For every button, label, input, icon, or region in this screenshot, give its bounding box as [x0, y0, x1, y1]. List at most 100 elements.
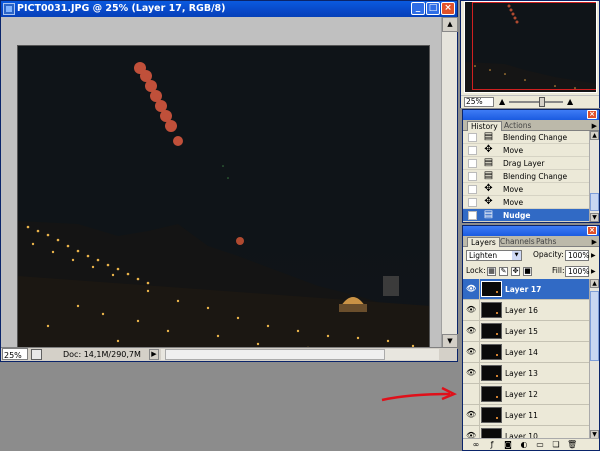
layers-scrollbar[interactable]: ▲ ▼ — [589, 279, 599, 439]
fill-field[interactable]: 100% — [565, 266, 589, 277]
move-icon: ✥ — [484, 144, 493, 155]
snapshot-checkbox[interactable] — [468, 211, 477, 220]
minimize-button[interactable]: _ — [411, 2, 425, 15]
photoshop-icon — [3, 3, 15, 15]
status-arrow-icon[interactable]: ▶ — [149, 349, 159, 360]
layer-thumbnail — [481, 407, 502, 423]
snapshot-checkbox[interactable] — [468, 133, 477, 142]
close-icon[interactable]: × — [587, 110, 597, 119]
scroll-thumb[interactable] — [590, 291, 599, 361]
nudge-icon: ▤ — [483, 209, 494, 220]
scroll-up-icon[interactable]: ▲ — [442, 17, 458, 32]
history-item[interactable]: ▤ Blending Change — [463, 170, 589, 183]
snapshot-checkbox[interactable] — [468, 159, 477, 168]
layer-row[interactable]: 👁 Layer 14 — [463, 342, 589, 363]
lock-position-icon[interactable]: ✥ — [511, 267, 520, 276]
history-panel-header[interactable]: × — [463, 110, 599, 120]
tab-actions[interactable]: Actions — [501, 121, 534, 131]
blend-row: Lighten ▼ Opacity: 100% ▶ — [463, 249, 599, 263]
move-icon: ✥ — [484, 196, 493, 207]
eye-hidden-slot[interactable] — [466, 390, 476, 397]
snapshot-checkbox[interactable] — [468, 198, 477, 207]
scroll-thumb[interactable] — [590, 193, 599, 211]
eye-icon[interactable]: 👁 — [466, 411, 476, 419]
eye-icon[interactable]: 👁 — [466, 327, 476, 335]
navigator-thumbnail[interactable] — [464, 1, 597, 93]
history-item-selected[interactable]: ▤ Nudge — [463, 209, 589, 222]
eye-icon[interactable]: 👁 — [466, 306, 476, 314]
zoom-field[interactable]: 25% — [2, 348, 28, 360]
canvas-area[interactable] — [1, 17, 441, 355]
layer-thumbnail — [481, 302, 502, 318]
history-item[interactable]: ✥ Move — [463, 144, 589, 157]
horizontal-scrollbar[interactable] — [161, 349, 439, 360]
navigator-zoom-field[interactable]: 25% — [464, 97, 494, 107]
history-item[interactable]: ✥ Move — [463, 196, 589, 209]
lock-all-icon[interactable]: ■ — [523, 267, 532, 276]
zoom-in-icon[interactable]: ▲ — [567, 98, 573, 106]
opacity-field[interactable]: 100% — [565, 250, 589, 261]
tab-history[interactable]: History — [467, 121, 502, 131]
layer-row[interactable]: 👁 Layer 13 — [463, 363, 589, 384]
lock-image-icon[interactable]: ✎ — [499, 267, 508, 276]
zoom-slider-knob[interactable] — [539, 97, 545, 107]
layer-icon: ▤ — [483, 157, 494, 168]
layer-style-icon[interactable]: ƒ — [487, 440, 497, 449]
tab-channels[interactable]: Channels — [497, 237, 538, 247]
document-title: PICT0031.JPG @ 25% (Layer 17, RGB/8) — [17, 3, 226, 14]
new-group-icon[interactable]: ▭ — [535, 440, 545, 449]
zoom-out-icon[interactable]: ▲ — [499, 98, 505, 106]
scroll-up-icon[interactable]: ▲ — [590, 131, 599, 140]
trash-icon[interactable]: 🗑 — [567, 440, 577, 449]
eye-icon[interactable]: 👁 — [466, 348, 476, 356]
layer-thumbnail — [481, 365, 502, 381]
document-titlebar[interactable]: PICT0031.JPG @ 25% (Layer 17, RGB/8) _ □… — [1, 1, 457, 17]
tab-layers[interactable]: Layers — [467, 237, 500, 247]
eye-icon[interactable]: 👁 — [466, 285, 476, 293]
view-box[interactable] — [472, 2, 596, 90]
scroll-down-icon[interactable]: ▼ — [590, 213, 599, 222]
zoom-slider[interactable] — [509, 97, 563, 107]
history-item[interactable]: ▤ Drag Layer — [463, 157, 589, 170]
scroll-thumb[interactable] — [165, 349, 385, 360]
lock-transparency-icon[interactable]: ▦ — [487, 267, 496, 276]
fill-arrow-icon[interactable]: ▶ — [591, 268, 596, 275]
new-layer-icon[interactable]: ❏ — [551, 440, 561, 449]
history-item[interactable]: ▤ Blending Change — [463, 131, 589, 144]
maximize-button[interactable]: □ — [426, 2, 440, 15]
lock-label: Lock: — [466, 266, 486, 275]
layers-panel-header[interactable]: × — [463, 226, 599, 236]
layer-thumbnail — [481, 323, 502, 339]
panel-menu-icon[interactable]: ▶ — [592, 238, 597, 246]
tab-paths[interactable]: Paths — [533, 237, 559, 247]
blend-mode-select[interactable]: Lighten ▼ — [466, 250, 522, 261]
layer-row[interactable]: Layer 12 — [463, 384, 589, 405]
blending-icon: ▤ — [483, 131, 494, 142]
close-button[interactable]: × — [441, 2, 455, 15]
history-scrollbar[interactable]: ▲ ▼ — [589, 131, 599, 222]
chevron-down-icon: ▼ — [512, 251, 521, 260]
layer-thumbnail — [481, 344, 502, 360]
snapshot-checkbox[interactable] — [468, 185, 477, 194]
history-item[interactable]: ✥ Move — [463, 183, 589, 196]
eye-icon[interactable]: 👁 — [466, 369, 476, 377]
layers-bottom-toolbar: ∞ ƒ ◙ ◐ ▭ ❏ 🗑 — [463, 438, 599, 450]
scroll-up-icon[interactable]: ▲ — [590, 279, 599, 288]
status-menu-icon[interactable] — [31, 349, 42, 360]
layer-row[interactable]: 👁 Layer 15 — [463, 321, 589, 342]
snapshot-checkbox[interactable] — [468, 172, 477, 181]
layer-row[interactable]: 👁 Layer 11 — [463, 405, 589, 426]
vertical-scrollbar[interactable]: ▲ ▼ — [441, 17, 458, 349]
panel-menu-icon[interactable]: ▶ — [592, 122, 597, 130]
layer-row[interactable]: 👁 Layer 16 — [463, 300, 589, 321]
layer-row-selected[interactable]: 👁 Layer 17 — [463, 279, 589, 300]
adjustment-layer-icon[interactable]: ◐ — [519, 440, 529, 449]
close-icon[interactable]: × — [587, 226, 597, 235]
link-layers-icon[interactable]: ∞ — [471, 440, 481, 449]
move-icon: ✥ — [484, 183, 493, 194]
opacity-arrow-icon[interactable]: ▶ — [591, 252, 596, 259]
snapshot-checkbox[interactable] — [468, 146, 477, 155]
add-mask-icon[interactable]: ◙ — [503, 440, 513, 449]
photo-canvas[interactable] — [17, 45, 430, 355]
lock-row: Lock: ▦ ✎ ✥ ■ Fill: 100% ▶ — [463, 265, 599, 279]
